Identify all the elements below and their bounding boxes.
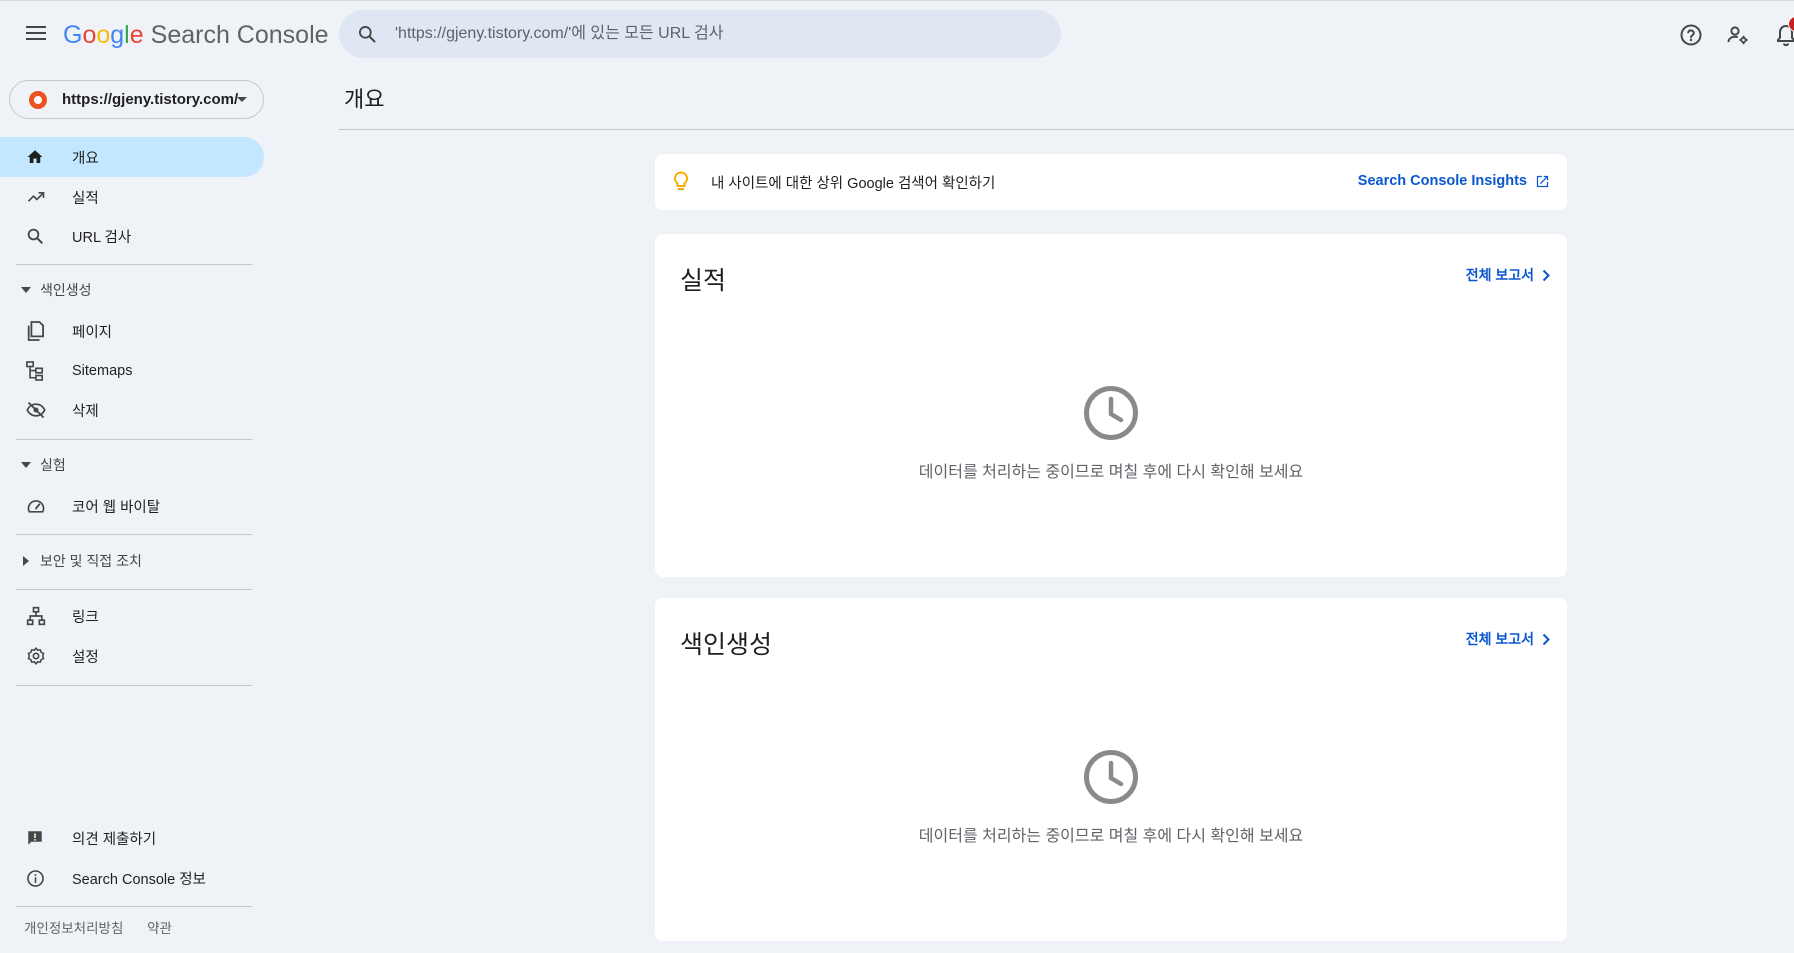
nav-label: 페이지 [72,324,113,341]
nav-section-experience[interactable]: 실험 [0,449,264,481]
search-input[interactable] [395,10,1061,58]
chevron-right-icon [1542,269,1550,281]
sidebar-divider [16,906,252,907]
nav-item-overview[interactable]: 개요 [0,137,264,177]
clock-icon [1084,386,1138,440]
search-console-insights-link[interactable]: Search Console Insights [1358,173,1550,189]
section-label: 실험 [40,457,66,473]
insights-text: 내 사이트에 대한 상위 Google 검색어 확인하기 [711,176,996,192]
chevron-right-icon [1542,633,1550,645]
nav-item-core-web-vitals[interactable]: 코어 웹 바이탈 [0,486,264,526]
insights-link-label: Search Console Insights [1357,173,1527,189]
manage-accounts-icon [1727,26,1748,45]
nav-label: 실적 [72,190,99,207]
privacy-policy-link[interactable]: 개인정보처리방침 [24,921,123,936]
indexing-card: 색인생성 전체 보고서 데이터를 처리하는 중이므로 며칠 후에 다시 확인해 … [655,598,1567,941]
nav-item-feedback[interactable]: 의견 제출하기 [0,818,264,858]
top-bar: Google Search Console 1 [0,0,1794,68]
nav-item-removals[interactable]: 삭제 [0,390,264,430]
processing-message: 데이터를 처리하는 중이므로 며칠 후에 다시 확인해 보세요 [918,828,1304,845]
clock-icon [1084,750,1138,804]
nav-label: Sitemaps [72,363,133,379]
search-icon [359,26,376,43]
nav-section-security[interactable]: 보안 및 직접 조치 [0,545,264,577]
search-console-logo[interactable]: Google Search Console [63,19,329,51]
full-report-label: 전체 보고서 [1465,631,1534,647]
terms-link[interactable]: 약관 [147,921,172,936]
collapsed-triangle-icon [23,556,29,566]
nav-item-about[interactable]: Search Console 정보 [0,858,264,898]
sidebar-divider [16,685,252,686]
sidebar-divider [16,534,252,535]
search-icon [27,228,43,244]
notifications-button[interactable]: 1 [1766,15,1794,55]
nav-label: URL 검사 [72,229,132,246]
settings-icon [27,647,45,665]
dropdown-arrow-icon [237,97,247,102]
full-report-label: 전체 보고서 [1465,267,1534,283]
section-label: 색인생성 [40,282,92,298]
nav-item-links[interactable]: 링크 [0,596,264,636]
help-icon [1680,24,1702,46]
expand-triangle-icon [21,462,31,468]
speed-icon [27,500,45,513]
nav-section-indexing[interactable]: 색인생성 [0,274,264,306]
nav-label: 의견 제출하기 [72,831,157,848]
full-report-link[interactable]: 전체 보고서 [1466,265,1550,285]
account-settings-button[interactable] [1718,15,1758,55]
section-label: 보안 및 직접 조치 [40,553,142,569]
nav-label: 설정 [72,649,99,666]
product-name: Search Console [150,20,329,49]
nav-label: 개요 [72,150,99,167]
sidebar-divider [16,439,252,440]
visibility-off-icon [26,401,46,419]
site-favicon [29,90,47,109]
pages-icon [27,321,44,341]
page-title: 개요 [344,87,385,112]
info-icon [27,869,44,887]
sidebar-divider [16,264,252,265]
expand-triangle-icon [21,287,31,293]
nav-item-sitemaps[interactable]: Sitemaps [0,351,264,391]
hamburger-menu-icon [26,26,46,40]
main-menu-button[interactable] [18,15,54,51]
help-button[interactable] [1671,15,1711,55]
processing-message: 데이터를 처리하는 중이므로 며칠 후에 다시 확인해 보세요 [918,464,1304,481]
nav-item-pages[interactable]: 페이지 [0,311,264,351]
home-icon [27,150,43,163]
nav-item-settings[interactable]: 설정 [0,636,264,676]
nav-label: 링크 [72,609,99,626]
trending-up-icon [27,192,45,202]
full-report-link[interactable]: 전체 보고서 [1466,629,1550,649]
card-title: 색인생성 [680,631,773,659]
nav-label: Search Console 정보 [72,871,206,888]
open-in-new-icon [1536,175,1549,187]
feedback-icon [28,831,42,845]
google-wordmark: Google [63,20,144,49]
nav-item-performance[interactable]: 실적 [0,177,264,217]
nav-item-url-inspection[interactable]: URL 검사 [0,216,264,256]
property-url: https://gjeny.tistory.com/ [62,91,239,108]
link-tree-icon [26,606,46,626]
sitemap-icon [26,361,44,381]
url-inspection-search[interactable] [339,10,1061,58]
insights-banner: 내 사이트에 대한 상위 Google 검색어 확인하기 Search Cons… [655,154,1567,210]
card-title: 실적 [680,267,727,295]
nav-label: 삭제 [72,403,99,420]
title-divider [339,129,1794,130]
lightbulb-icon [673,171,689,190]
property-selector[interactable]: https://gjeny.tistory.com/ [9,80,264,119]
sidebar-divider [16,589,252,590]
performance-card: 실적 전체 보고서 데이터를 처리하는 중이므로 며칠 후에 다시 확인해 보세… [655,234,1567,577]
nav-label: 코어 웹 바이탈 [72,499,161,516]
footer-links: 개인정보처리방침 약관 [24,917,192,937]
